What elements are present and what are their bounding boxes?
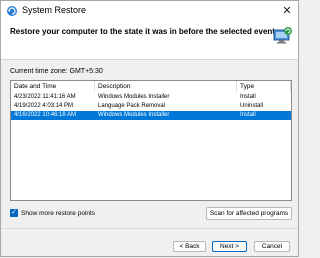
footer-divider: [1, 228, 298, 229]
table-row[interactable]: 4/23/2022 11:41:16 AM Windows Modules In…: [11, 93, 291, 102]
cell-description: Windows Modules Installer: [98, 94, 170, 100]
show-more-label[interactable]: Show more restore points: [21, 209, 95, 218]
computer-restore-icon: [273, 27, 292, 44]
back-button[interactable]: < Back: [173, 241, 206, 252]
cancel-button[interactable]: Cancel: [254, 241, 290, 252]
cell-description: Windows Modules Installer: [98, 112, 170, 118]
column-header-description[interactable]: Description: [95, 81, 237, 92]
cell-type: Install: [240, 94, 256, 100]
next-button[interactable]: Next >: [212, 241, 247, 252]
cell-date: 4/23/2022 11:41:16 AM: [14, 94, 76, 100]
title-bar: System Restore ✕: [1, 1, 298, 21]
cell-type: Uninstall: [240, 103, 264, 109]
table-header: Date and Time Description Type: [11, 81, 291, 92]
close-button[interactable]: ✕: [276, 1, 298, 21]
system-restore-window: System Restore ✕ Restore your computer t…: [0, 0, 299, 257]
window-title: System Restore: [22, 5, 87, 15]
cell-date: 4/16/2022 10:46:18 AM: [14, 112, 77, 118]
table-row-selected[interactable]: 4/16/2022 10:46:18 AM Windows Modules In…: [11, 111, 291, 120]
column-header-type[interactable]: Type: [237, 81, 291, 92]
wizard-header: Restore your computer to the state it wa…: [1, 21, 298, 60]
column-header-date[interactable]: Date and Time: [11, 81, 95, 92]
system-restore-icon: [7, 6, 17, 16]
page-heading: Restore your computer to the state it wa…: [10, 27, 275, 36]
timezone-label: Current time zone: GMT+5:30: [10, 68, 103, 75]
show-more-checkbox[interactable]: ✓: [10, 209, 18, 217]
table-row[interactable]: 4/19/2022 4:03:14 PM Language Pack Remov…: [11, 102, 291, 111]
restore-points-table[interactable]: Date and Time Description Type 4/23/2022…: [10, 80, 292, 201]
cell-date: 4/19/2022 4:03:14 PM: [14, 103, 74, 109]
cell-description: Language Pack Removal: [98, 103, 166, 109]
scan-affected-programs-button[interactable]: Scan for affected programs: [206, 207, 292, 220]
cell-type: Install: [240, 112, 256, 118]
